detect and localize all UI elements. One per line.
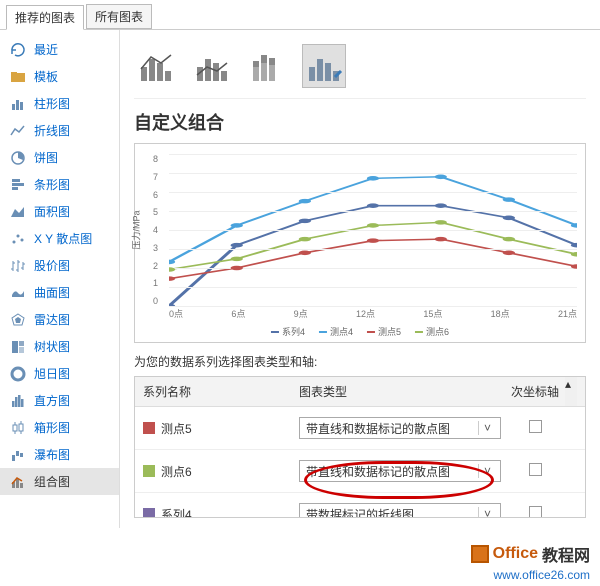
sidebar-label: X Y 散点图: [34, 230, 92, 247]
sidebar-label: 树状图: [34, 338, 70, 355]
sidebar-label: 饼图: [34, 149, 58, 166]
series-swatch: [143, 508, 155, 517]
series-name: 测点5: [161, 420, 192, 437]
col-name-header: 系列名称: [135, 377, 295, 406]
sidebar-item-box[interactable]: 箱形图: [0, 414, 119, 441]
series-swatch: [143, 465, 155, 477]
radar-icon: [10, 312, 26, 328]
scroll-up[interactable]: ▴: [565, 377, 577, 406]
box-icon: [10, 420, 26, 436]
treemap-icon: [10, 339, 26, 355]
series-row: 系列4 带数据标记的折线图˅: [135, 493, 585, 517]
col-axis-header: 次坐标轴: [505, 377, 565, 406]
series-swatch: [143, 422, 155, 434]
sidebar-label: 直方图: [34, 392, 70, 409]
col-type-header: 图表类型: [295, 377, 505, 406]
combo-icon: [10, 474, 26, 490]
scatter-icon: [10, 231, 26, 247]
sidebar-label: 旭日图: [34, 365, 70, 382]
subtype-custom[interactable]: [302, 44, 346, 88]
sidebar-label: 柱形图: [34, 95, 70, 112]
sidebar-item-area[interactable]: 面积图: [0, 198, 119, 225]
sidebar-label: 箱形图: [34, 419, 70, 436]
bar-icon: [10, 177, 26, 193]
folder-icon: [10, 69, 26, 85]
secondary-axis-checkbox[interactable]: [529, 420, 542, 433]
legend: 系列4 测点4 测点5 测点6: [271, 325, 449, 338]
subtype-clustered-line2[interactable]: [190, 44, 234, 88]
sidebar-label: 雷达图: [34, 311, 70, 328]
sidebar-label: 最近: [34, 41, 58, 58]
y-axis: 8 7 6 5 4 3 2 1 0: [153, 154, 158, 306]
waterfall-icon: [10, 447, 26, 463]
footer: Office教程网 www.office26.com: [0, 528, 600, 586]
sidebar-label: 折线图: [34, 122, 70, 139]
subtype-clustered-line[interactable]: [134, 44, 178, 88]
subtype-stacked-line[interactable]: [246, 44, 290, 88]
recent-icon: [10, 42, 26, 58]
chevron-down-icon: ˅: [478, 464, 496, 478]
sidebar-label: 面积图: [34, 203, 70, 220]
sidebar-item-pie[interactable]: 饼图: [0, 144, 119, 171]
secondary-axis-checkbox[interactable]: [529, 463, 542, 476]
chart-type-select[interactable]: 带直线和数据标记的散点图˅: [299, 417, 501, 439]
sidebar-label: 组合图: [34, 473, 70, 490]
sidebar-item-histogram[interactable]: 直方图: [0, 387, 119, 414]
plot-area: [169, 154, 577, 306]
tab-recommended[interactable]: 推荐的图表: [6, 5, 84, 30]
logo-icon: [471, 545, 489, 563]
series-row: 测点5 带直线和数据标记的散点图˅: [135, 407, 585, 450]
chevron-down-icon: ˅: [478, 507, 496, 517]
chart-type-sidebar: 最近 模板 柱形图 折线图 饼图 条形图 面积图 X Y 散点图 股价图 曲面图…: [0, 30, 120, 528]
sidebar-item-scatter[interactable]: X Y 散点图: [0, 225, 119, 252]
series-row: 测点6 带直线和数据标记的散点图˅: [135, 450, 585, 493]
area-icon: [10, 204, 26, 220]
sidebar-label: 曲面图: [34, 284, 70, 301]
sidebar-item-recent[interactable]: 最近: [0, 36, 119, 63]
sidebar-item-treemap[interactable]: 树状图: [0, 333, 119, 360]
sidebar-item-waterfall[interactable]: 瀑布图: [0, 441, 119, 468]
sidebar-item-template[interactable]: 模板: [0, 63, 119, 90]
footer-url: www.office26.com: [10, 568, 590, 582]
combo-label: 为您的数据系列选择图表类型和轴:: [134, 353, 586, 370]
chart-preview: 压力/MPa 8 7 6 5 4 3 2 1 0: [134, 143, 586, 343]
y-axis-label: 压力/MPa: [130, 210, 143, 249]
stock-icon: [10, 258, 26, 274]
content-title: 自定义组合: [134, 109, 586, 135]
surface-icon: [10, 285, 26, 301]
subtype-row: [134, 40, 586, 99]
sidebar-label: 股价图: [34, 257, 70, 274]
sidebar-item-radar[interactable]: 雷达图: [0, 306, 119, 333]
chart-type-select[interactable]: 带直线和数据标记的散点图˅: [299, 460, 501, 482]
sidebar-item-stock[interactable]: 股价图: [0, 252, 119, 279]
series-name: 测点6: [161, 463, 192, 480]
sidebar-item-combo[interactable]: 组合图: [0, 468, 119, 495]
sidebar-item-column[interactable]: 柱形图: [0, 90, 119, 117]
sidebar-item-bar[interactable]: 条形图: [0, 171, 119, 198]
pie-icon: [10, 150, 26, 166]
series-grid-header: 系列名称 图表类型 次坐标轴 ▴: [135, 377, 585, 407]
line-icon: [10, 123, 26, 139]
sidebar-item-surface[interactable]: 曲面图: [0, 279, 119, 306]
series-name: 系列4: [161, 506, 192, 518]
sidebar-item-line[interactable]: 折线图: [0, 117, 119, 144]
sidebar-label: 模板: [34, 68, 58, 85]
histogram-icon: [10, 393, 26, 409]
sunburst-icon: [10, 366, 26, 382]
chevron-down-icon: ˅: [478, 421, 496, 435]
series-grid: 系列名称 图表类型 次坐标轴 ▴ 测点5 带直线和数据标记的散点图˅ 测点6 带…: [134, 376, 586, 518]
sidebar-label: 瀑布图: [34, 446, 70, 463]
secondary-axis-checkbox[interactable]: [529, 506, 542, 517]
sidebar-item-sunburst[interactable]: 旭日图: [0, 360, 119, 387]
x-axis: 0点 6点 9点 12点 15点 18点 21点: [169, 307, 577, 320]
chart-type-select[interactable]: 带数据标记的折线图˅: [299, 503, 501, 517]
column-icon: [10, 96, 26, 112]
brand-text: Office: [493, 545, 538, 563]
tab-bar: 推荐的图表 所有图表: [0, 0, 600, 30]
tab-all[interactable]: 所有图表: [86, 4, 152, 29]
sidebar-label: 条形图: [34, 176, 70, 193]
